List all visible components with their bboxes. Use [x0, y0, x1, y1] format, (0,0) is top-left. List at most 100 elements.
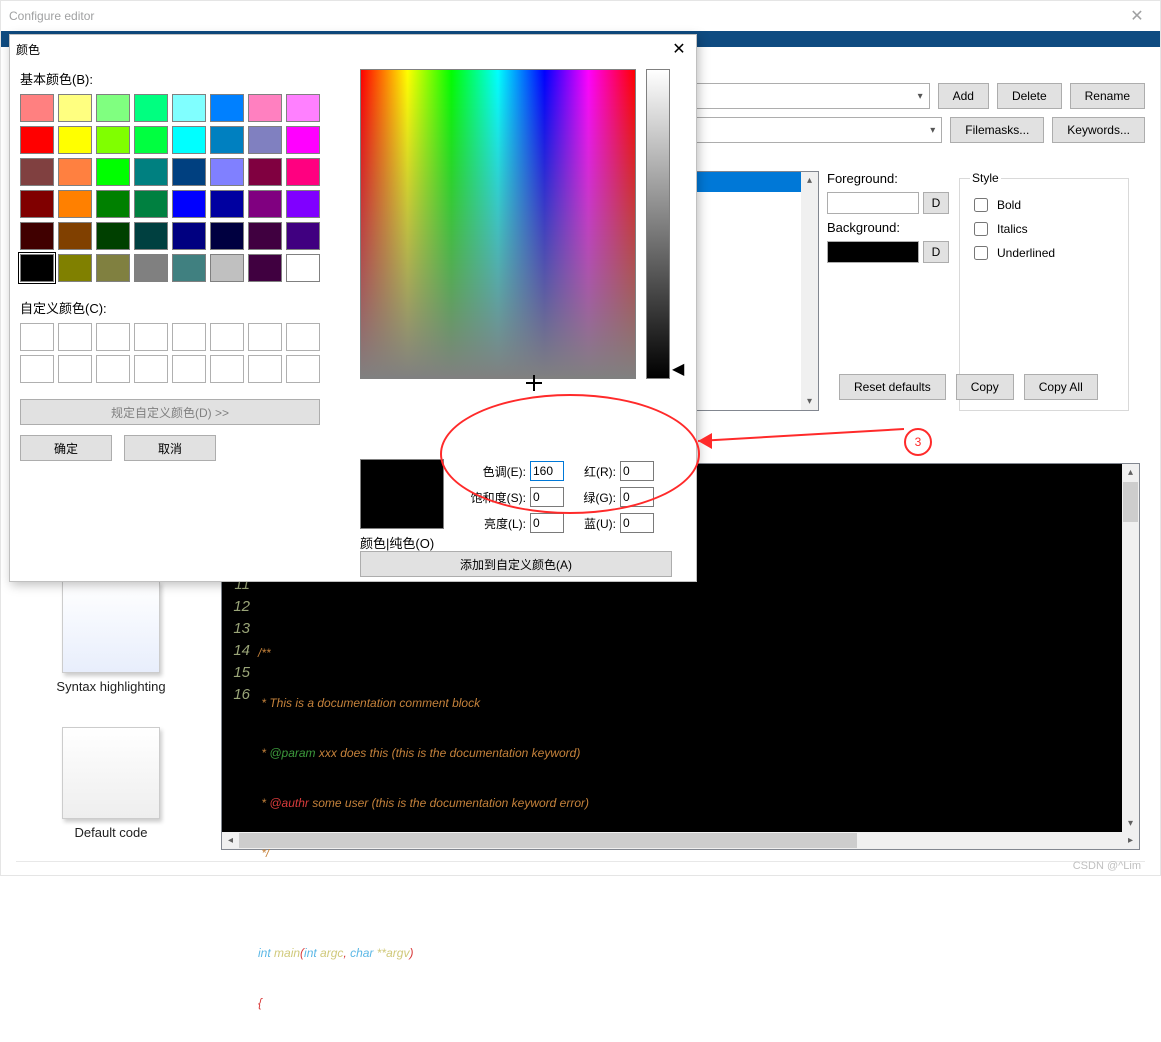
basic-swatch[interactable] [134, 254, 168, 282]
slider-arrow-icon[interactable]: ◀ [672, 359, 684, 379]
basic-swatch[interactable] [134, 190, 168, 218]
custom-swatch[interactable] [286, 355, 320, 383]
basic-swatch[interactable] [20, 190, 54, 218]
foreground-swatch[interactable] [827, 192, 919, 214]
basic-swatch[interactable] [172, 158, 206, 186]
sidebar-item-defaultcode[interactable]: Default code [31, 727, 191, 840]
scroll-up-icon[interactable]: ▴ [801, 172, 818, 189]
custom-swatch[interactable] [96, 355, 130, 383]
background-swatch[interactable] [827, 241, 919, 263]
color-gradient[interactable] [360, 69, 636, 379]
custom-swatch[interactable] [248, 355, 282, 383]
custom-swatch[interactable] [248, 323, 282, 351]
basic-swatch[interactable] [286, 94, 320, 122]
basic-swatch[interactable] [210, 254, 244, 282]
custom-swatch[interactable] [20, 323, 54, 351]
custom-swatch[interactable] [96, 323, 130, 351]
basic-swatch[interactable] [58, 158, 92, 186]
bold-checkbox[interactable] [974, 198, 988, 212]
lum-input[interactable] [530, 513, 564, 533]
add-custom-color-button[interactable]: 添加到自定义颜色(A) [360, 551, 672, 577]
basic-swatch[interactable] [134, 222, 168, 250]
basic-swatch[interactable] [58, 94, 92, 122]
basic-swatch[interactable] [210, 222, 244, 250]
custom-swatch[interactable] [58, 323, 92, 351]
scrollbar-horizontal[interactable]: ◂ ▸ [222, 832, 1139, 849]
main-close-button[interactable]: ✕ [1114, 1, 1160, 31]
define-custom-button[interactable]: 规定自定义颜色(D) >> [20, 399, 320, 425]
basic-swatch[interactable] [210, 94, 244, 122]
list-item[interactable] [692, 172, 818, 192]
basic-swatch[interactable] [210, 158, 244, 186]
basic-swatch[interactable] [58, 126, 92, 154]
basic-swatch[interactable] [58, 222, 92, 250]
custom-swatch[interactable] [58, 355, 92, 383]
basic-swatch[interactable] [286, 222, 320, 250]
scroll-right-icon[interactable]: ▸ [1122, 832, 1139, 849]
custom-swatch[interactable] [172, 323, 206, 351]
basic-swatch[interactable] [248, 254, 282, 282]
reset-defaults-button[interactable]: Reset defaults [839, 374, 946, 400]
basic-swatch[interactable] [172, 254, 206, 282]
basic-swatch[interactable] [20, 126, 54, 154]
custom-swatch[interactable] [20, 355, 54, 383]
custom-swatch[interactable] [286, 323, 320, 351]
basic-swatch[interactable] [134, 158, 168, 186]
basic-swatch[interactable] [172, 126, 206, 154]
foreground-default-button[interactable]: D [923, 192, 949, 214]
scrollbar[interactable]: ▴ ▾ [801, 172, 818, 410]
basic-swatch[interactable] [96, 254, 130, 282]
basic-swatch[interactable] [248, 158, 282, 186]
basic-swatch[interactable] [20, 94, 54, 122]
sat-input[interactable] [530, 487, 564, 507]
basic-swatch[interactable] [20, 254, 54, 282]
basic-swatch[interactable] [286, 254, 320, 282]
background-default-button[interactable]: D [923, 241, 949, 263]
cancel-button[interactable]: 取消 [124, 435, 216, 461]
scroll-up-icon[interactable]: ▴ [1122, 464, 1139, 481]
custom-swatch[interactable] [172, 355, 206, 383]
hue-input[interactable] [530, 461, 564, 481]
basic-swatch[interactable] [248, 94, 282, 122]
blue-input[interactable] [620, 513, 654, 533]
color-dialog-close-button[interactable]: ✕ [662, 35, 696, 63]
basic-swatch[interactable] [248, 190, 282, 218]
basic-swatch[interactable] [96, 190, 130, 218]
custom-swatch[interactable] [210, 323, 244, 351]
filetype-combo[interactable]: ▾ [691, 117, 942, 143]
basic-swatch[interactable] [286, 126, 320, 154]
custom-swatch[interactable] [134, 355, 168, 383]
basic-swatch[interactable] [20, 222, 54, 250]
keywords-button[interactable]: Keywords... [1052, 117, 1145, 143]
custom-swatch[interactable] [210, 355, 244, 383]
basic-swatch[interactable] [58, 190, 92, 218]
basic-swatch[interactable] [134, 126, 168, 154]
red-input[interactable] [620, 461, 654, 481]
delete-button[interactable]: Delete [997, 83, 1062, 109]
underlined-checkbox[interactable] [974, 246, 988, 260]
scroll-left-icon[interactable]: ◂ [222, 832, 239, 849]
basic-swatch[interactable] [210, 126, 244, 154]
custom-swatch[interactable] [134, 323, 168, 351]
ok-button[interactable]: 确定 [20, 435, 112, 461]
basic-swatch[interactable] [172, 94, 206, 122]
copy-button[interactable]: Copy [956, 374, 1014, 400]
sidebar-item-syntax[interactable]: Syntax highlighting [31, 581, 191, 694]
green-input[interactable] [620, 487, 654, 507]
basic-swatch[interactable] [96, 94, 130, 122]
basic-swatch[interactable] [172, 190, 206, 218]
basic-swatch[interactable] [248, 126, 282, 154]
filemasks-button[interactable]: Filemasks... [950, 117, 1044, 143]
scroll-down-icon[interactable]: ▾ [1122, 815, 1139, 832]
basic-swatch[interactable] [286, 158, 320, 186]
basic-swatch[interactable] [96, 222, 130, 250]
basic-swatch[interactable] [134, 94, 168, 122]
luminance-slider[interactable] [646, 69, 670, 379]
add-button[interactable]: Add [938, 83, 989, 109]
scrollbar-thumb[interactable] [1123, 482, 1138, 522]
basic-swatch[interactable] [248, 222, 282, 250]
basic-swatch[interactable] [96, 126, 130, 154]
language-combo[interactable]: ▾ [691, 83, 930, 109]
scroll-down-icon[interactable]: ▾ [801, 393, 818, 410]
scrollbar-thumb[interactable] [239, 833, 857, 848]
